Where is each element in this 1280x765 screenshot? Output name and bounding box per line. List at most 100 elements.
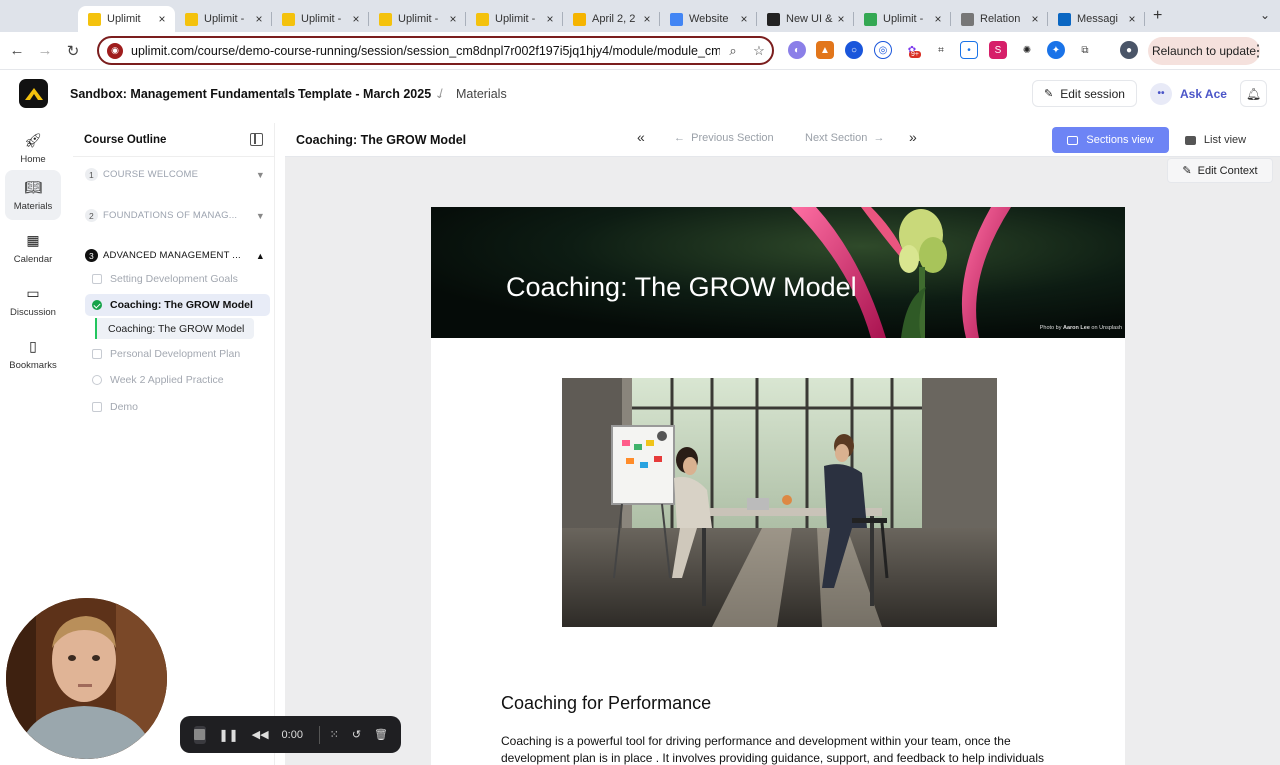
extension-record-icon[interactable]: • xyxy=(960,41,978,59)
tab-favicon-icon xyxy=(476,12,489,26)
caret-down-icon: ▼ xyxy=(255,210,265,221)
blur-dots-icon[interactable]: ⁙ xyxy=(330,728,339,741)
reload-icon[interactable]: ↻ xyxy=(62,42,84,60)
url-text[interactable]: uplimit.com/course/demo-course-running/s… xyxy=(131,44,720,58)
browser-tab[interactable]: April 2, 2 × xyxy=(563,6,660,32)
site-info-icon[interactable]: ◉ xyxy=(107,42,123,59)
uplimit-logo[interactable] xyxy=(19,79,48,108)
tab-favicon-icon xyxy=(185,12,198,26)
rewind-icon[interactable]: ◀◀ xyxy=(252,728,269,741)
webcam-bubble[interactable] xyxy=(6,598,167,759)
close-tab-icon[interactable]: × xyxy=(737,12,751,26)
nav-materials[interactable]: 📖︎ Materials xyxy=(5,170,61,220)
close-tab-icon[interactable]: × xyxy=(543,12,557,26)
browser-tab[interactable]: Uplimit - × xyxy=(369,6,466,32)
edit-context-button[interactable]: ✎ Edit Context xyxy=(1167,158,1273,183)
sections-view-button[interactable]: Sections view xyxy=(1052,127,1169,153)
bookmark-star-icon[interactable]: ☆ xyxy=(746,43,772,59)
previous-section-button[interactable]: ← Previous Section xyxy=(674,132,774,144)
extensions-puzzle-icon[interactable]: ⧉ xyxy=(1076,41,1094,59)
first-section-double-chevron-icon[interactable]: « xyxy=(637,129,645,145)
forward-arrow-icon[interactable]: → xyxy=(34,42,56,59)
close-tab-icon[interactable]: × xyxy=(640,12,654,26)
extension-crop-icon[interactable]: ⌗ xyxy=(932,41,950,59)
zoom-search-icon[interactable]: ⌕ xyxy=(720,43,746,59)
collapse-sidebar-icon[interactable] xyxy=(250,133,263,146)
close-tab-icon[interactable]: × xyxy=(1125,12,1139,26)
edit-session-button[interactable]: ✎ Edit session xyxy=(1032,80,1137,107)
browser-tab[interactable]: Uplimit - × xyxy=(466,6,563,32)
browser-tab[interactable]: Messagi × xyxy=(1048,6,1145,32)
extension-circle-icon[interactable]: ○ xyxy=(845,41,863,59)
tab-title: Uplimit - xyxy=(883,13,924,25)
module-item[interactable]: 1 COURSE WELCOME ▼ xyxy=(85,168,265,181)
pause-icon[interactable]: ❚❚ xyxy=(219,728,239,742)
browser-tab[interactable]: Uplimit × xyxy=(78,6,175,32)
section-item-active[interactable]: Coaching: The GROW Model xyxy=(95,318,254,339)
extension-vpn-icon[interactable]: ◎ xyxy=(874,41,892,59)
close-tab-icon[interactable]: × xyxy=(252,12,266,26)
extension-metamask-icon[interactable]: ▲ xyxy=(816,41,834,59)
breadcrumb-template[interactable]: Template - March 2025 ⌄ xyxy=(298,87,444,101)
next-section-button[interactable]: Next Section → xyxy=(805,132,885,144)
close-tab-icon[interactable]: × xyxy=(446,12,460,26)
relaunch-button[interactable]: Relaunch to update xyxy=(1148,37,1260,65)
browser-toolbar: ← → ↻ ◉ uplimit.com/course/demo-course-r… xyxy=(0,32,1280,70)
extension-blue-icon[interactable]: ✦ xyxy=(1047,41,1065,59)
session-page-icon xyxy=(92,274,102,284)
browser-tab[interactable]: Uplimit - × xyxy=(272,6,369,32)
session-item[interactable]: Personal Development Plan xyxy=(85,343,270,365)
back-arrow-icon[interactable]: ← xyxy=(6,42,28,59)
breadcrumb-program[interactable]: Sandbox: Management Fundamentals ⌄ xyxy=(70,87,307,101)
session-item[interactable]: Setting Development Goals xyxy=(85,268,270,290)
nav-bookmarks[interactable]: ▯ Bookmarks xyxy=(5,329,61,379)
nav-discussion-label: Discussion xyxy=(10,306,56,318)
breadcrumb-program-label: Sandbox: Management Fundamentals xyxy=(70,87,296,101)
module-item-open[interactable]: 3 ADVANCED MANAGEMENT ... ▲ xyxy=(85,249,265,262)
nav-materials-label: Materials xyxy=(13,200,53,212)
browser-tab[interactable]: Relation × xyxy=(951,6,1048,32)
stop-recording-button[interactable] xyxy=(194,725,206,744)
close-tab-icon[interactable]: × xyxy=(349,12,363,26)
extension-arc-icon[interactable]: ◐ xyxy=(788,41,806,59)
session-item-active[interactable]: Coaching: The GROW Model xyxy=(85,294,270,316)
ask-ace-label: Ask Ace xyxy=(1180,86,1227,101)
photo-credit-source-link[interactable]: on Unsplash xyxy=(1091,325,1122,331)
browser-tab[interactable]: Website × xyxy=(660,6,757,32)
tab-favicon-icon xyxy=(88,12,101,26)
extension-puzzle-badge-icon[interactable]: ✿ 9+ xyxy=(903,41,921,59)
tab-favicon-icon xyxy=(864,12,877,26)
browser-tab[interactable]: New UI & × xyxy=(757,6,854,32)
profile-avatar[interactable]: ● xyxy=(1120,41,1138,59)
pencil-icon: ✎ xyxy=(1044,88,1054,100)
session-item[interactable]: Week 2 Applied Practice xyxy=(85,369,270,391)
tab-search-chevron-icon[interactable]: ⌄ xyxy=(1260,8,1270,22)
close-tab-icon[interactable]: × xyxy=(931,12,945,26)
list-view-icon xyxy=(1184,135,1196,145)
close-tab-icon[interactable]: × xyxy=(1028,12,1042,26)
nav-discussion[interactable]: ▭ Discussion xyxy=(5,276,61,326)
browser-menu-icon[interactable]: ⋮ xyxy=(1250,41,1266,61)
new-tab-button[interactable]: + xyxy=(1153,7,1162,25)
address-bar[interactable]: ◉ uplimit.com/course/demo-course-running… xyxy=(97,36,774,65)
close-tab-icon[interactable]: × xyxy=(834,12,848,26)
restart-icon[interactable]: ↺ xyxy=(352,728,361,741)
list-view-button[interactable]: List view xyxy=(1169,127,1262,153)
tab-favicon-icon xyxy=(670,12,683,26)
session-item[interactable]: Demo xyxy=(85,396,270,418)
photo-credit-author-link[interactable]: Aaron Lee xyxy=(1063,325,1090,331)
delete-trash-icon[interactable]: 🗑︎ xyxy=(374,728,388,741)
browser-tab[interactable]: Uplimit - × xyxy=(854,6,951,32)
extension-openai-icon[interactable]: ✺ xyxy=(1018,41,1036,59)
ask-ace-button[interactable]: •• Ask Ace xyxy=(1150,80,1227,107)
extension-s-icon[interactable]: S xyxy=(989,41,1007,59)
nav-calendar[interactable]: ▦ Calendar xyxy=(5,223,61,273)
nav-home[interactable]: 🚀︎ Home xyxy=(5,123,61,173)
notifications-bell-icon[interactable]: 🔔︎ xyxy=(1240,80,1267,107)
photo-credit-prefix: Photo by xyxy=(1039,325,1062,331)
session-label: Personal Development Plan xyxy=(110,348,241,360)
close-tab-icon[interactable]: × xyxy=(155,12,169,26)
last-section-double-chevron-icon[interactable]: » xyxy=(909,129,917,145)
browser-tab[interactable]: Uplimit - × xyxy=(175,6,272,32)
module-item[interactable]: 2 FOUNDATIONS OF MANAG... ▼ xyxy=(85,209,265,222)
